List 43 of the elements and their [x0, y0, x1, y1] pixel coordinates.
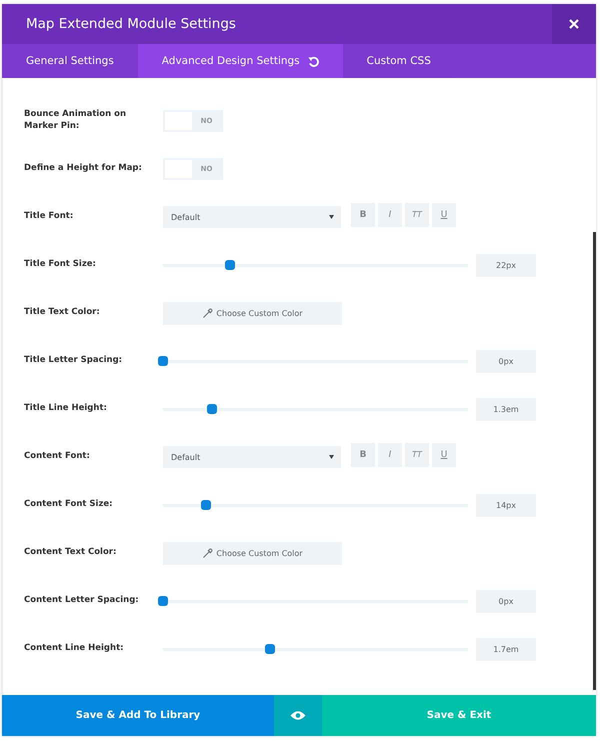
setting-label: Content Line Height: — [24, 643, 125, 655]
setting-label: Title Text Color: — [24, 307, 101, 319]
font-style-button[interactable]: B — [351, 442, 375, 466]
setting-label: Content Letter Spacing: — [24, 595, 140, 607]
font-style-button[interactable]: TT — [405, 202, 429, 226]
font-style-button[interactable]: B — [351, 202, 375, 226]
value-field[interactable]: 22px — [476, 254, 536, 276]
value-field[interactable]: 14px — [476, 494, 536, 516]
caret-icon — [329, 455, 334, 459]
tab[interactable]: Advanced Design Settings — [138, 44, 343, 78]
eye-icon — [290, 710, 306, 721]
font-style-button[interactable]: I — [378, 202, 402, 226]
value-field[interactable]: 0px — [476, 590, 536, 612]
caret-icon — [329, 215, 334, 219]
setting-label: Content Text Color: — [24, 547, 118, 559]
font-style-button[interactable]: U — [432, 202, 456, 226]
eyedropper-icon — [202, 308, 214, 318]
setting-label: Content Font: — [24, 451, 91, 463]
font-style-button[interactable]: TT — [405, 442, 429, 466]
setting-label: Title Font Size: — [24, 259, 97, 271]
close-icon — [569, 19, 579, 29]
save-to-library-button[interactable]: Save & Add To Library — [2, 695, 274, 736]
setting-label: Content Font Size: — [24, 499, 114, 511]
value-field[interactable]: 1.3em — [476, 398, 536, 420]
scrollbar-thumb[interactable] — [593, 232, 596, 690]
undo-icon — [308, 56, 319, 66]
value-field[interactable]: 1.7em — [476, 638, 536, 660]
setting-label: Title Letter Spacing: — [24, 355, 124, 367]
font-style-button[interactable]: I — [378, 442, 402, 466]
eyedropper-icon — [202, 548, 214, 558]
font-select[interactable]: Default — [163, 446, 341, 468]
setting-label: Bounce Animation on Marker Pin: — [24, 109, 128, 133]
setting-label: Define a Height for Map: — [24, 163, 142, 175]
setting-label: Title Font: — [24, 211, 74, 223]
setting-label: Title Line Height: — [24, 403, 108, 415]
font-select[interactable]: Default — [163, 206, 341, 228]
window-title: Map Extended Module Settings — [25, 16, 237, 32]
close-button[interactable] — [552, 4, 596, 44]
font-style-button[interactable]: U — [432, 442, 456, 466]
color-picker-button[interactable]: Choose Custom Color — [163, 302, 342, 324]
color-picker-button[interactable]: Choose Custom Color — [163, 542, 342, 564]
preview-button[interactable] — [274, 695, 322, 736]
value-field[interactable]: 0px — [476, 350, 536, 372]
